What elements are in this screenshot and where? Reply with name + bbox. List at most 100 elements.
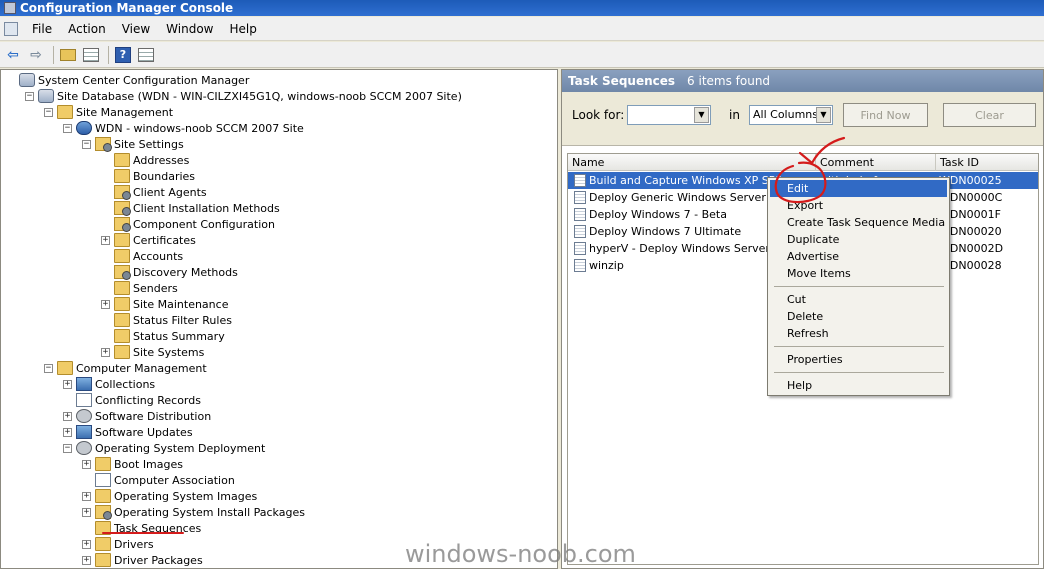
tree-node-label: Boot Images	[114, 457, 183, 471]
tree-node[interactable]: Operating System Images	[95, 488, 257, 504]
tree-node[interactable]: Status Filter Rules	[114, 312, 232, 328]
column-comment[interactable]: Comment	[816, 154, 936, 171]
in-column-select[interactable]: All Columns ▼	[749, 105, 833, 125]
tree-node-label: Accounts	[133, 249, 184, 263]
tree-node[interactable]: Computer Management	[57, 360, 207, 376]
context-menu-item[interactable]: Edit	[770, 180, 947, 197]
tree-node[interactable]: Boundaries	[114, 168, 195, 184]
collapse-icon[interactable]: −	[82, 140, 91, 149]
tree-node[interactable]: Client Agents	[114, 184, 207, 200]
expand-icon[interactable]: +	[63, 428, 72, 437]
tree-node-label: Drivers	[114, 537, 154, 551]
expand-icon[interactable]: +	[82, 540, 91, 549]
tree-node[interactable]: Operating System Deployment	[76, 440, 265, 456]
context-menu-item[interactable]: Export	[770, 197, 947, 214]
collapse-icon[interactable]: −	[25, 92, 34, 101]
clear-button[interactable]: Clear	[943, 103, 1036, 127]
collapse-icon[interactable]: −	[63, 124, 72, 133]
expand-icon[interactable]: +	[63, 412, 72, 421]
tree-node[interactable]: Certificates	[114, 232, 196, 248]
tree-node[interactable]: Client Installation Methods	[114, 200, 280, 216]
look-for-combo[interactable]: ▼	[627, 105, 711, 125]
expand-icon[interactable]: +	[82, 460, 91, 469]
gear-icon	[76, 409, 92, 423]
tree-node[interactable]: Site Systems	[114, 344, 204, 360]
console-button[interactable]	[136, 45, 156, 65]
context-menu-item[interactable]: Help	[770, 377, 947, 394]
menu-window[interactable]: Window	[158, 20, 221, 38]
task-sequence-icon	[574, 242, 586, 255]
tree-node-label: Certificates	[133, 233, 196, 247]
menu-help[interactable]: Help	[222, 20, 265, 38]
expand-icon[interactable]: +	[101, 300, 110, 309]
context-menu-item[interactable]: Create Task Sequence Media	[770, 214, 947, 231]
context-menu-item[interactable]: Duplicate	[770, 231, 947, 248]
tree-node-label: Site Systems	[133, 345, 205, 359]
menu-action[interactable]: Action	[60, 20, 114, 38]
folder-icon	[114, 313, 130, 327]
find-now-button[interactable]: Find Now	[843, 103, 928, 127]
tree-node[interactable]: Component Configuration	[114, 216, 275, 232]
task-sequence-icon	[574, 208, 586, 221]
folder-icon	[114, 233, 130, 247]
tree-node[interactable]: Discovery Methods	[114, 264, 238, 280]
tree-node[interactable]: Site Settings	[95, 136, 184, 152]
tree-node-label: Computer Management	[76, 361, 207, 375]
context-menu-item[interactable]: Delete	[770, 308, 947, 325]
tree-node-label: Software Distribution	[95, 409, 212, 423]
folder-icon	[114, 281, 130, 295]
tree-node[interactable]: Status Summary	[114, 328, 225, 344]
console-icon	[19, 73, 35, 87]
show-hide-tree-button[interactable]	[81, 45, 101, 65]
expand-icon[interactable]: +	[101, 348, 110, 357]
menu-view[interactable]: View	[114, 20, 158, 38]
context-menu-item[interactable]: Refresh	[770, 325, 947, 342]
tree-node[interactable]: Site Database (WDN - WIN-CILZXI45G1Q, wi…	[38, 88, 462, 104]
expand-icon[interactable]: +	[101, 236, 110, 245]
tree-node[interactable]: Senders	[114, 280, 178, 296]
tree-node[interactable]: Site Management	[57, 104, 173, 120]
expand-icon[interactable]: +	[63, 380, 72, 389]
tree-node[interactable]: Conflicting Records	[76, 392, 201, 408]
expand-icon[interactable]: +	[82, 508, 91, 517]
collapse-icon[interactable]: −	[44, 364, 53, 373]
tree-node-label: Operating System Images	[114, 489, 258, 503]
help-button[interactable]: ?	[113, 45, 133, 65]
tree-node[interactable]: Software Distribution	[76, 408, 211, 424]
tree-node[interactable]: Operating System Install Packages	[95, 504, 305, 520]
tree-node[interactable]: Site Maintenance	[114, 296, 228, 312]
tree-node[interactable]: Software Updates	[76, 424, 193, 440]
up-folder-button[interactable]	[58, 45, 78, 65]
in-label: in	[729, 108, 740, 122]
tree-node-label: System Center Configuration Manager	[38, 73, 250, 87]
menu-file[interactable]: File	[24, 20, 60, 38]
tree-node[interactable]: Driver Packages	[95, 552, 203, 568]
tree-node[interactable]: Drivers	[95, 536, 154, 552]
expand-icon[interactable]: +	[82, 556, 91, 565]
column-name[interactable]: Name	[568, 154, 816, 171]
toolbar-separator	[108, 45, 109, 64]
tree-node[interactable]: Computer Association	[95, 472, 235, 488]
chevron-down-icon[interactable]: ▼	[816, 107, 831, 123]
collapse-icon[interactable]: −	[44, 108, 53, 117]
document-icon[interactable]	[4, 21, 18, 36]
column-task-id[interactable]: Task ID	[936, 154, 1038, 171]
context-menu-item[interactable]: Move Items	[770, 265, 947, 282]
tree-node[interactable]: WDN - windows-noob SCCM 2007 Site	[76, 120, 304, 136]
expand-icon[interactable]: +	[82, 492, 91, 501]
context-menu-item[interactable]: Cut	[770, 291, 947, 308]
tree-node[interactable]: Accounts	[114, 248, 183, 264]
console-tree[interactable]: System Center Configuration Manager − Site…	[0, 69, 558, 569]
chevron-down-icon[interactable]: ▼	[694, 107, 709, 123]
window-title: Configuration Manager Console	[20, 1, 234, 15]
tree-node[interactable]: System Center Configuration Manager	[19, 72, 249, 88]
context-menu-item[interactable]: Properties	[770, 351, 947, 368]
back-arrow-icon[interactable]: ⇦	[3, 45, 23, 65]
tree-node[interactable]: Boot Images	[95, 456, 183, 472]
tree-node-label: Operating System Deployment	[95, 441, 266, 455]
tree-node[interactable]: Addresses	[114, 152, 189, 168]
context-menu-item[interactable]: Advertise	[770, 248, 947, 265]
forward-arrow-icon[interactable]: ⇨	[26, 45, 46, 65]
tree-node[interactable]: Collections	[76, 376, 155, 392]
collapse-icon[interactable]: −	[63, 444, 72, 453]
